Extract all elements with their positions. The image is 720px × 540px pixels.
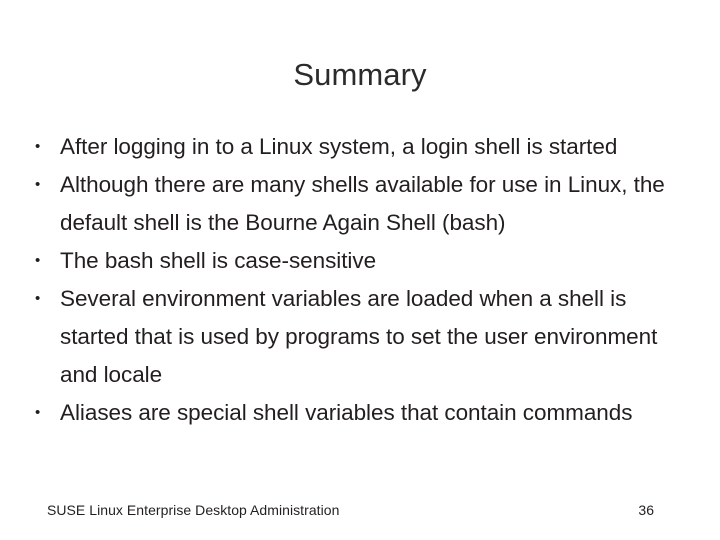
list-item-text: Aliases are special shell variables that… [60, 400, 633, 425]
footer-page-number: 36 [638, 502, 654, 518]
presentation-slide: Summary • After logging in to a Linux sy… [0, 0, 720, 540]
bullet-point-icon: • [35, 252, 41, 269]
list-item: • Several environment variables are load… [24, 280, 672, 394]
list-item: • After logging in to a Linux system, a … [24, 128, 672, 166]
bullet-point-icon: • [35, 176, 41, 193]
list-item-text: The bash shell is case-sensitive [60, 248, 377, 273]
footer-course-title: SUSE Linux Enterprise Desktop Administra… [47, 502, 340, 518]
list-item-text: Several environment variables are loaded… [60, 286, 658, 387]
bullet-point-icon: • [35, 290, 41, 307]
list-item-text: After logging in to a Linux system, a lo… [60, 134, 618, 159]
list-item-text: Although there are many shells available… [60, 172, 665, 235]
bullet-point-icon: • [35, 138, 41, 155]
slide-bullet-list: • After logging in to a Linux system, a … [24, 128, 672, 432]
page-title: Summary [293, 57, 427, 92]
bullet-point-icon: • [35, 404, 41, 421]
list-item: • Although there are many shells availab… [24, 166, 672, 242]
slide-footer: SUSE Linux Enterprise Desktop Administra… [0, 500, 720, 526]
list-item: • The bash shell is case-sensitive [24, 242, 672, 280]
list-item: • Aliases are special shell variables th… [24, 394, 672, 432]
